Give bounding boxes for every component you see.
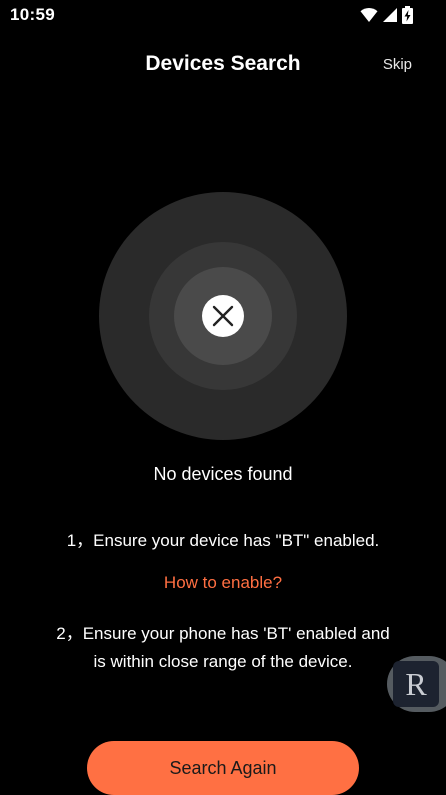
floating-assistant-button[interactable]: R	[387, 656, 446, 712]
wifi-icon	[360, 8, 378, 22]
how-to-enable-link[interactable]: How to enable?	[0, 573, 446, 593]
no-devices-message: No devices found	[153, 464, 293, 484]
page-title: Devices Search	[145, 52, 301, 75]
tip-phone-bt: 2，Ensure your phone has 'BT' enabled and…	[56, 624, 390, 671]
battery-charging-icon	[402, 6, 413, 24]
search-again-button[interactable]: Search Again	[87, 741, 359, 795]
close-icon	[202, 295, 244, 337]
search-radar	[99, 192, 347, 440]
status-time: 10:59	[10, 5, 55, 24]
skip-button[interactable]: Skip	[383, 56, 412, 73]
tip-device-bt: 1，Ensure your device has "BT" enabled.	[66, 531, 380, 550]
status-bar: 10:59	[0, 0, 446, 30]
status-icons	[360, 6, 413, 24]
signal-icon	[383, 8, 397, 22]
r-logo-icon: R	[393, 661, 439, 707]
